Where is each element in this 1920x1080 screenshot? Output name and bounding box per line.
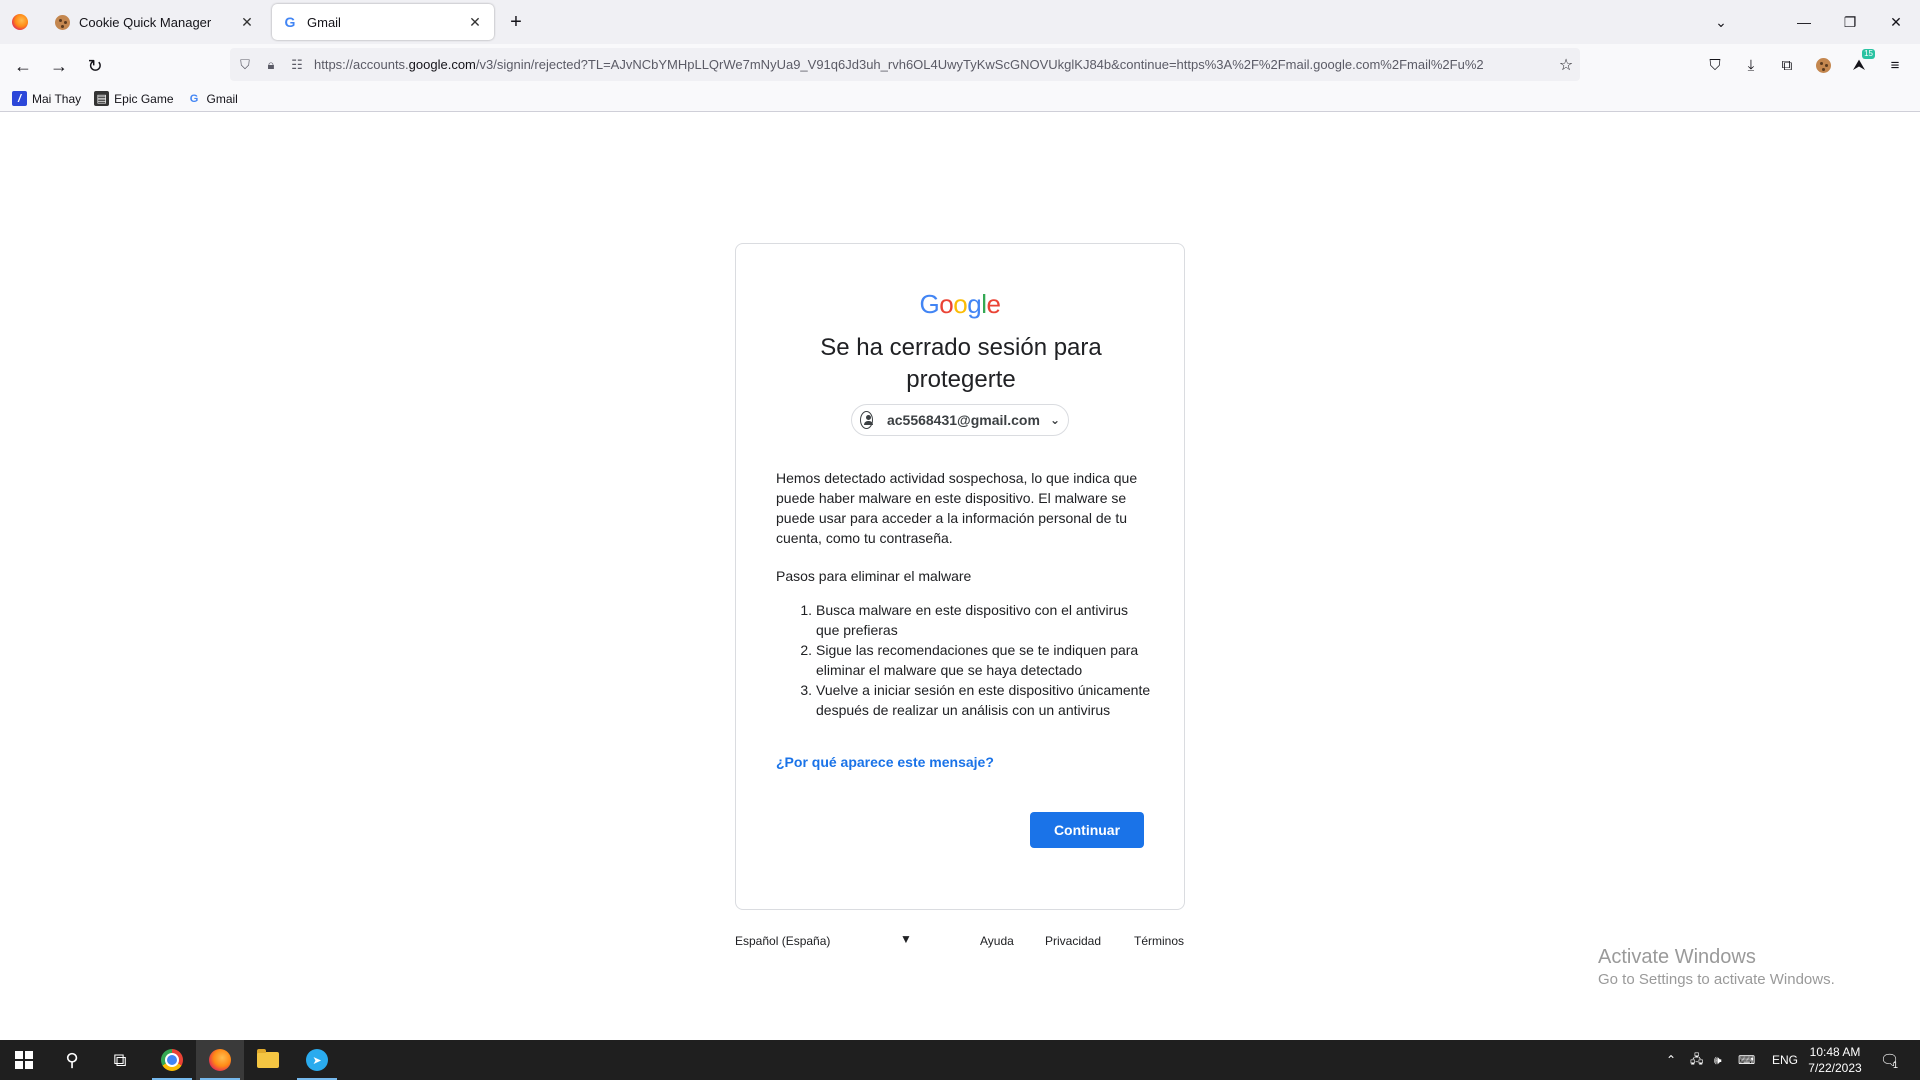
extension-badge-icon[interactable]: ⮝ 15	[1847, 49, 1875, 77]
google-icon: G	[189, 92, 199, 105]
bookmark-epic-game[interactable]: ▤ Epic Game	[94, 91, 174, 106]
extension-badge-count: 15	[1862, 49, 1875, 59]
telegram-icon: ➤	[306, 1049, 328, 1071]
tab-title: Cookie Quick Manager	[79, 14, 212, 30]
cookie-icon	[54, 14, 70, 30]
account-circle-icon	[860, 411, 873, 429]
clock[interactable]: 10:48 AM 7/22/2023	[1796, 1044, 1874, 1076]
clock-time: 10:48 AM	[1809, 1045, 1861, 1059]
windows-icon	[15, 1051, 33, 1069]
permissions-icon[interactable]: ☷	[286, 54, 308, 76]
privacy-link[interactable]: Privacidad	[1045, 934, 1101, 948]
taskbar: ⚲ ⧉ ➤ ⌃ 🖧︎ 🕪︎ ⌨ ENG 10:48 AM 7/22/2023 🗨…	[0, 1040, 1920, 1080]
bookmark-gmail[interactable]: G Gmail	[187, 91, 238, 106]
chrome-icon	[161, 1049, 183, 1071]
google-icon: G	[284, 14, 296, 30]
url-text[interactable]: https://accounts.google.com/v3/signin/re…	[314, 57, 1552, 72]
page-title: Se ha cerrado sesión para protegerte	[820, 334, 1102, 393]
google-logo: Google	[919, 289, 1001, 319]
restore-button[interactable]: ❐	[1827, 0, 1873, 44]
navigation-bar: ← → ↻ ⛉ 🔒︎ ☷ https://accounts.google.com…	[0, 44, 1920, 86]
hamburger-menu-icon[interactable]: ≡	[1883, 53, 1907, 77]
page-footer: Español (España) ▼ Ayuda Privacidad Térm…	[735, 930, 1185, 954]
close-tab-icon[interactable]: ✕	[466, 13, 484, 31]
list-item: 1. Busca malware en este dispositivo con…	[800, 602, 1129, 638]
notifications-icon[interactable]: 🗨︎ 1	[1880, 1040, 1899, 1080]
volume-icon[interactable]: 🕪︎	[1714, 1040, 1722, 1080]
firefox-menu-icon[interactable]	[12, 14, 28, 30]
why-message-link[interactable]: ¿Por qué aparece este mensaje?	[776, 754, 994, 770]
start-button[interactable]	[0, 1040, 48, 1080]
lock-icon[interactable]: 🔒︎	[260, 54, 282, 76]
reload-button[interactable]: ↻	[82, 53, 108, 79]
downloads-icon[interactable]: ⤓	[1739, 53, 1763, 77]
caret-down-icon[interactable]: ▼	[900, 932, 912, 946]
url-bar[interactable]: ⛉ 🔒︎ ☷ https://accounts.google.com/v3/si…	[230, 48, 1580, 81]
minimize-button[interactable]: —	[1781, 0, 1827, 44]
notification-count: 1	[1893, 1060, 1899, 1070]
bookmarks-toolbar: / Mai Thay ▤ Epic Game G Gmail	[0, 86, 1920, 112]
folder-icon	[257, 1049, 279, 1068]
signin-card: Google Se ha cerrado sesión para protege…	[735, 243, 1185, 910]
search-icon[interactable]: ⚲	[48, 1040, 96, 1080]
tab-gmail[interactable]: G Gmail ✕	[272, 4, 494, 40]
extensions-icon[interactable]: ⧉	[1775, 53, 1799, 77]
tab-cookie-quick-manager[interactable]: Cookie Quick Manager ✕	[44, 4, 266, 40]
help-link[interactable]: Ayuda	[980, 934, 1014, 948]
epic-game-icon: ▤	[94, 91, 110, 106]
warning-message: Hemos detectado actividad sospechosa, lo…	[776, 470, 1138, 546]
bookmark-label: Mai Thay	[32, 91, 82, 106]
firefox-icon	[209, 1049, 231, 1071]
taskbar-chrome[interactable]	[148, 1040, 196, 1080]
keyboard-icon[interactable]: ⌨	[1738, 1040, 1755, 1080]
tab-title: Gmail	[307, 14, 341, 30]
account-chooser[interactable]: ac5568431@gmail.com ⌄	[851, 404, 1069, 436]
forward-button[interactable]: →	[46, 53, 72, 79]
bookmark-star-icon[interactable]: ☆	[1552, 55, 1580, 75]
close-tab-icon[interactable]: ✕	[238, 13, 256, 31]
account-email: ac5568431@gmail.com	[886, 412, 1040, 428]
tab-bar: Cookie Quick Manager ✕ G Gmail ✕ + ⌄ — ❐…	[0, 0, 1920, 44]
back-button[interactable]: ←	[10, 53, 36, 79]
show-hidden-icons[interactable]: ⌃	[1666, 1040, 1676, 1080]
mai-thay-icon: /	[12, 91, 27, 106]
taskbar-firefox[interactable]	[196, 1040, 244, 1080]
continue-button[interactable]: Continuar	[1030, 812, 1144, 848]
list-all-tabs-icon[interactable]: ⌄	[1698, 0, 1744, 44]
input-language[interactable]: ENG	[1772, 1040, 1798, 1080]
taskbar-file-explorer[interactable]	[244, 1040, 292, 1080]
clock-date: 7/22/2023	[1808, 1061, 1862, 1075]
pocket-icon[interactable]: ⛉	[1703, 53, 1727, 77]
terms-link[interactable]: Términos	[1134, 934, 1184, 948]
bookmark-label: Epic Game	[114, 91, 174, 106]
activate-windows-watermark: Activate Windows Go to Settings to activ…	[1598, 946, 1835, 988]
bookmark-mai-thay[interactable]: / Mai Thay	[12, 91, 81, 106]
taskbar-telegram[interactable]: ➤	[293, 1040, 341, 1080]
cookie-extension-icon[interactable]	[1811, 53, 1835, 77]
close-window-button[interactable]: ✕	[1873, 0, 1919, 44]
task-view-icon[interactable]: ⧉	[96, 1040, 144, 1080]
steps-list: 1. Busca malware en este dispositivo con…	[800, 600, 1151, 720]
chevron-down-icon: ⌄	[1049, 413, 1060, 427]
list-item: 2. Sigue las recomendaciones que se te i…	[800, 642, 1139, 678]
network-icon[interactable]: 🖧︎	[1690, 1040, 1703, 1080]
new-tab-button[interactable]: +	[504, 10, 528, 34]
bookmark-label: Gmail	[206, 91, 238, 106]
list-item: 3. Vuelve a iniciar sesión en este dispo…	[800, 682, 1151, 718]
steps-title: Pasos para eliminar el malware	[776, 568, 972, 584]
language-select[interactable]: Español (España)	[735, 934, 830, 948]
tracking-protection-icon[interactable]: ⛉	[234, 54, 256, 76]
